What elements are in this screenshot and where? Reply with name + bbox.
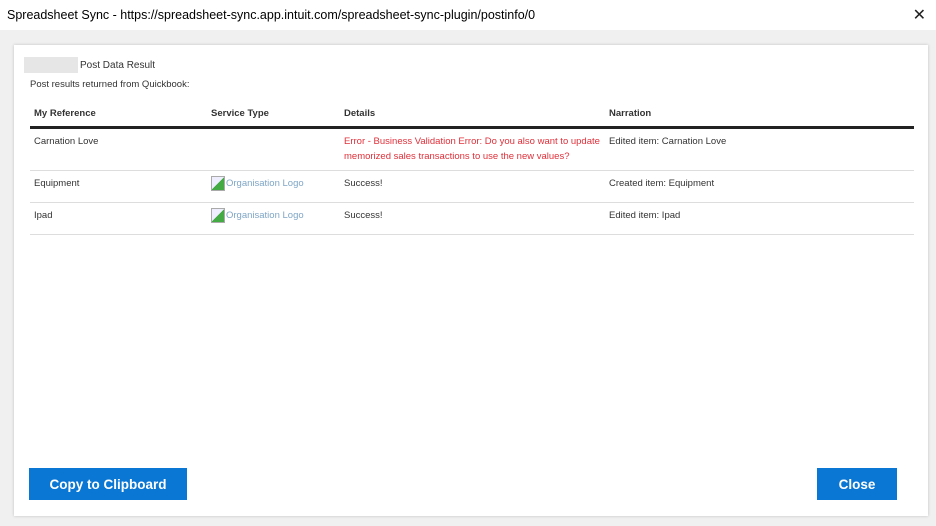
table-header-row: My Reference Service Type Details Narrat… [30, 102, 914, 129]
cell-narration: Created item: Equipment [605, 170, 914, 203]
dialog-subtitle: Post results returned from Quickbook: [30, 79, 190, 90]
broken-image-icon [211, 207, 225, 223]
results-table: My Reference Service Type Details Narrat… [30, 102, 914, 235]
cell-details-error: Error - Business Validation Error: Do yo… [340, 127, 605, 171]
logo-placeholder [24, 57, 78, 73]
organisation-logo-broken-image: Organisation Logo [211, 175, 304, 191]
cell-details: Success! [340, 202, 605, 235]
dialog-header: Post Data Result [24, 57, 155, 73]
table-row: Carnation Love Error - Business Validati… [30, 127, 914, 171]
cell-service: Organisation Logo [207, 202, 340, 235]
window-title: Spreadsheet Sync - https://spreadsheet-s… [7, 8, 536, 22]
logo-alt-text: Organisation Logo [226, 209, 304, 221]
col-narration: Narration [605, 102, 914, 129]
col-details: Details [340, 102, 605, 129]
table-row: Equipment Organisation Logo Success! Cre… [30, 170, 914, 203]
window-titlebar: Spreadsheet Sync - https://spreadsheet-s… [0, 0, 936, 30]
cell-service: Organisation Logo [207, 170, 340, 203]
post-result-dialog: Post Data Result Post results returned f… [14, 45, 928, 516]
close-button[interactable]: Close [817, 468, 897, 500]
copy-to-clipboard-button[interactable]: Copy to Clipboard [29, 468, 187, 500]
close-icon[interactable]: ✕ [913, 5, 926, 25]
logo-alt-text: Organisation Logo [226, 177, 304, 189]
col-service-type: Service Type [207, 102, 340, 129]
broken-image-icon [211, 175, 225, 191]
cell-ref: Equipment [30, 170, 207, 203]
dialog-title: Post Data Result [80, 59, 156, 71]
cell-ref: Ipad [30, 202, 207, 235]
cell-details: Success! [340, 170, 605, 203]
table-row: Ipad Organisation Logo Success! Edited i… [30, 202, 914, 235]
cell-service [207, 127, 340, 171]
organisation-logo-broken-image: Organisation Logo [211, 207, 304, 223]
col-my-reference: My Reference [30, 102, 207, 129]
cell-ref: Carnation Love [30, 127, 207, 171]
cell-narration: Edited item: Ipad [605, 202, 914, 235]
cell-narration: Edited item: Carnation Love [605, 127, 914, 171]
